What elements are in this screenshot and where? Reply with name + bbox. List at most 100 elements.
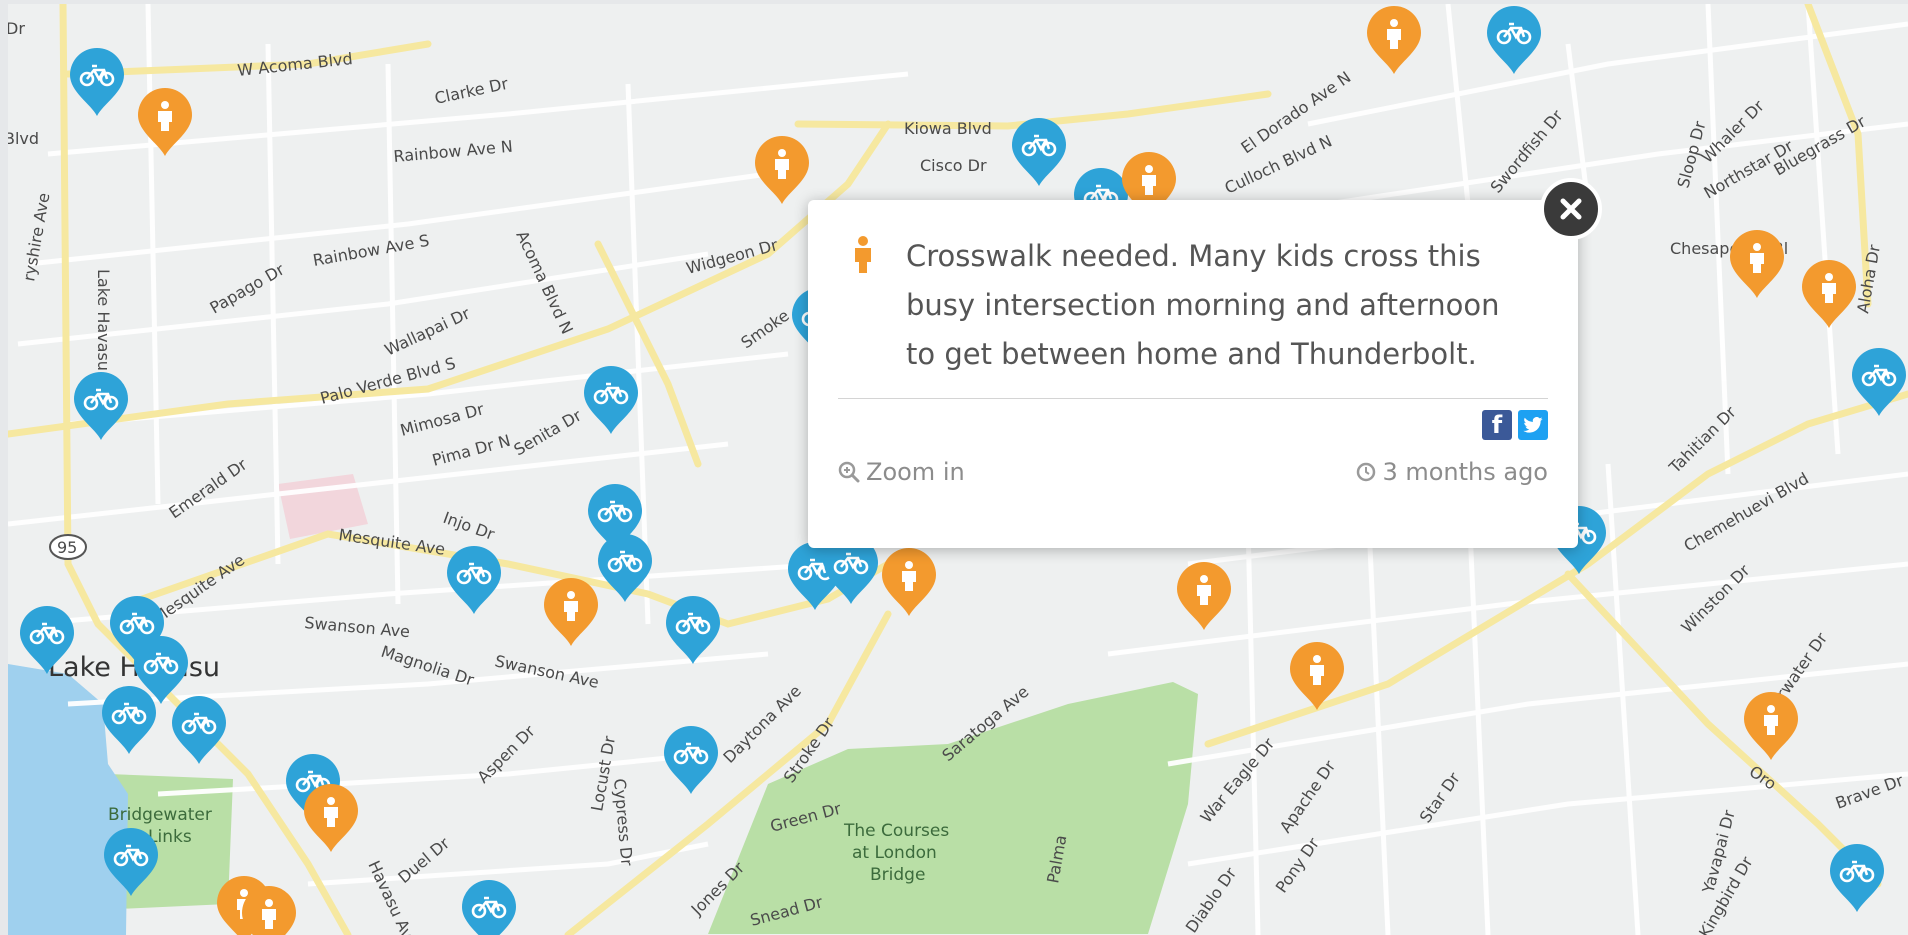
pedestrian-icon: [1290, 641, 1344, 710]
pedestrian-icon: [755, 135, 809, 204]
bike-icon: [664, 725, 718, 794]
bike-icon: [70, 47, 124, 116]
label-duel: Duel Dr: [394, 833, 453, 887]
facebook-icon: f: [1491, 411, 1503, 439]
bike-icon: [1012, 117, 1066, 186]
bike-report-marker[interactable]: [594, 532, 656, 604]
bike-icon: [1852, 347, 1906, 416]
label-bridgewater: Bridgewater: [108, 805, 212, 825]
pedestrian-icon: [304, 783, 358, 852]
label-mimosa: Mimosa Dr: [398, 399, 486, 440]
label-senita: Senita Dr: [511, 405, 586, 459]
bike-icon: [584, 365, 638, 434]
bike-report-marker[interactable]: [458, 878, 520, 935]
share-buttons: f: [1482, 410, 1548, 440]
label-rainbow-n: Rainbow Ave N: [393, 137, 514, 166]
bike-report-marker[interactable]: [66, 46, 128, 118]
pedestrian-report-marker[interactable]: [1798, 258, 1860, 330]
label-clarke: Clarke Dr: [433, 74, 510, 108]
hwy-95-label: 95: [57, 538, 77, 557]
bike-report-marker[interactable]: [443, 544, 505, 616]
label-emerald: Emerald Dr: [165, 455, 250, 523]
pedestrian-report-marker[interactable]: [540, 576, 602, 648]
label-rainbow-s: Rainbow Ave S: [311, 231, 430, 270]
label-shire: ryshire Ave: [19, 191, 53, 282]
bike-icon: [172, 695, 226, 764]
pedestrian-report-marker[interactable]: [238, 884, 300, 935]
pedestrian-report-marker[interactable]: [1726, 228, 1788, 300]
label-acoma-w: W Acoma Blvd: [236, 49, 353, 80]
bike-report-marker[interactable]: [1848, 346, 1908, 418]
label-dr-left: Dr: [8, 19, 25, 38]
golf-course: [708, 682, 1198, 934]
label-blvd-left: Blvd: [8, 129, 39, 148]
label-apache: Apache Dr: [1276, 757, 1340, 837]
label-aspen: Aspen Dr: [473, 721, 539, 787]
pedestrian-icon: [138, 87, 192, 156]
bike-report-marker[interactable]: [662, 594, 724, 666]
clock-icon: [1357, 462, 1376, 482]
label-swanson-e: Swanson Ave: [493, 651, 600, 692]
bike-icon: [1830, 843, 1884, 912]
bike-icon: [598, 533, 652, 602]
bike-icon: [104, 827, 158, 896]
label-lake-havasu-ave: Lake Havasu: [94, 269, 113, 371]
pedestrian-icon: [544, 577, 598, 646]
label-courses-1: The Courses: [843, 821, 949, 841]
popup-divider: [838, 398, 1548, 399]
pedestrian-icon: [1730, 229, 1784, 298]
report-popup: Crosswalk needed. Many kids cross this b…: [808, 200, 1578, 548]
bike-report-marker[interactable]: [580, 364, 642, 436]
bike-report-marker[interactable]: [70, 370, 132, 442]
bike-icon: [447, 545, 501, 614]
timestamp-label: 3 months ago: [1382, 458, 1548, 486]
bike-report-marker[interactable]: [100, 826, 162, 898]
label-winston: Winston Dr: [1677, 560, 1753, 636]
pedestrian-icon: [882, 547, 936, 616]
hwy-95-shield: 95: [49, 534, 87, 560]
label-el-dorado: El Dorado Ave N: [1237, 67, 1354, 157]
label-courses-2: at London: [852, 843, 937, 863]
pedestrian-report-marker[interactable]: [751, 134, 813, 206]
label-cisco: Cisco Dr: [920, 156, 987, 175]
bike-report-marker[interactable]: [660, 724, 722, 796]
bike-report-marker[interactable]: [168, 694, 230, 766]
bike-icon: [462, 880, 516, 935]
facebook-share-button[interactable]: f: [1482, 410, 1512, 440]
bike-report-marker[interactable]: [98, 684, 160, 756]
pedestrian-icon: [242, 886, 296, 935]
twitter-share-button[interactable]: [1518, 410, 1548, 440]
label-pima: Pima Dr N: [430, 431, 512, 470]
twitter-icon: [1523, 417, 1543, 433]
zoom-in-icon: [838, 461, 860, 483]
pedestrian-report-marker[interactable]: [1173, 560, 1235, 632]
bike-icon: [19, 605, 74, 674]
pedestrian-icon: [1367, 5, 1421, 75]
label-mesquite-e: Mesquite Ave: [337, 525, 446, 559]
pedestrian-report-marker[interactable]: [134, 86, 196, 158]
pedestrian-icon: [850, 235, 876, 280]
bike-report-marker[interactable]: [1826, 842, 1888, 914]
pedestrian-report-marker[interactable]: [1286, 640, 1348, 712]
pedestrian-icon: [1177, 561, 1231, 630]
close-icon: [1560, 198, 1582, 220]
label-pony: Pony Dr: [1272, 834, 1324, 896]
label-injo: Injo Dr: [441, 508, 498, 544]
label-war-eagle: War Eagle Dr: [1197, 734, 1279, 827]
pedestrian-report-marker[interactable]: [1740, 690, 1802, 762]
zoom-in-link[interactable]: Zoom in: [838, 458, 965, 486]
bike-report-marker[interactable]: [1008, 116, 1070, 188]
bike-icon: [74, 371, 128, 440]
pedestrian-report-marker[interactable]: [1363, 4, 1425, 76]
bike-icon: [102, 685, 156, 754]
report-timestamp: 3 months ago: [1356, 458, 1548, 486]
pedestrian-report-marker[interactable]: [878, 546, 940, 618]
bike-report-marker[interactable]: [16, 604, 78, 676]
label-diablo: Diablo Dr: [1182, 864, 1241, 935]
bike-report-marker[interactable]: [1483, 4, 1545, 76]
pedestrian-icon: [1802, 259, 1856, 328]
close-popup-button[interactable]: [1540, 178, 1602, 240]
label-star: Star Dr: [1416, 769, 1464, 827]
pedestrian-report-marker[interactable]: [300, 782, 362, 854]
label-smoke: Smoke: [737, 306, 792, 353]
